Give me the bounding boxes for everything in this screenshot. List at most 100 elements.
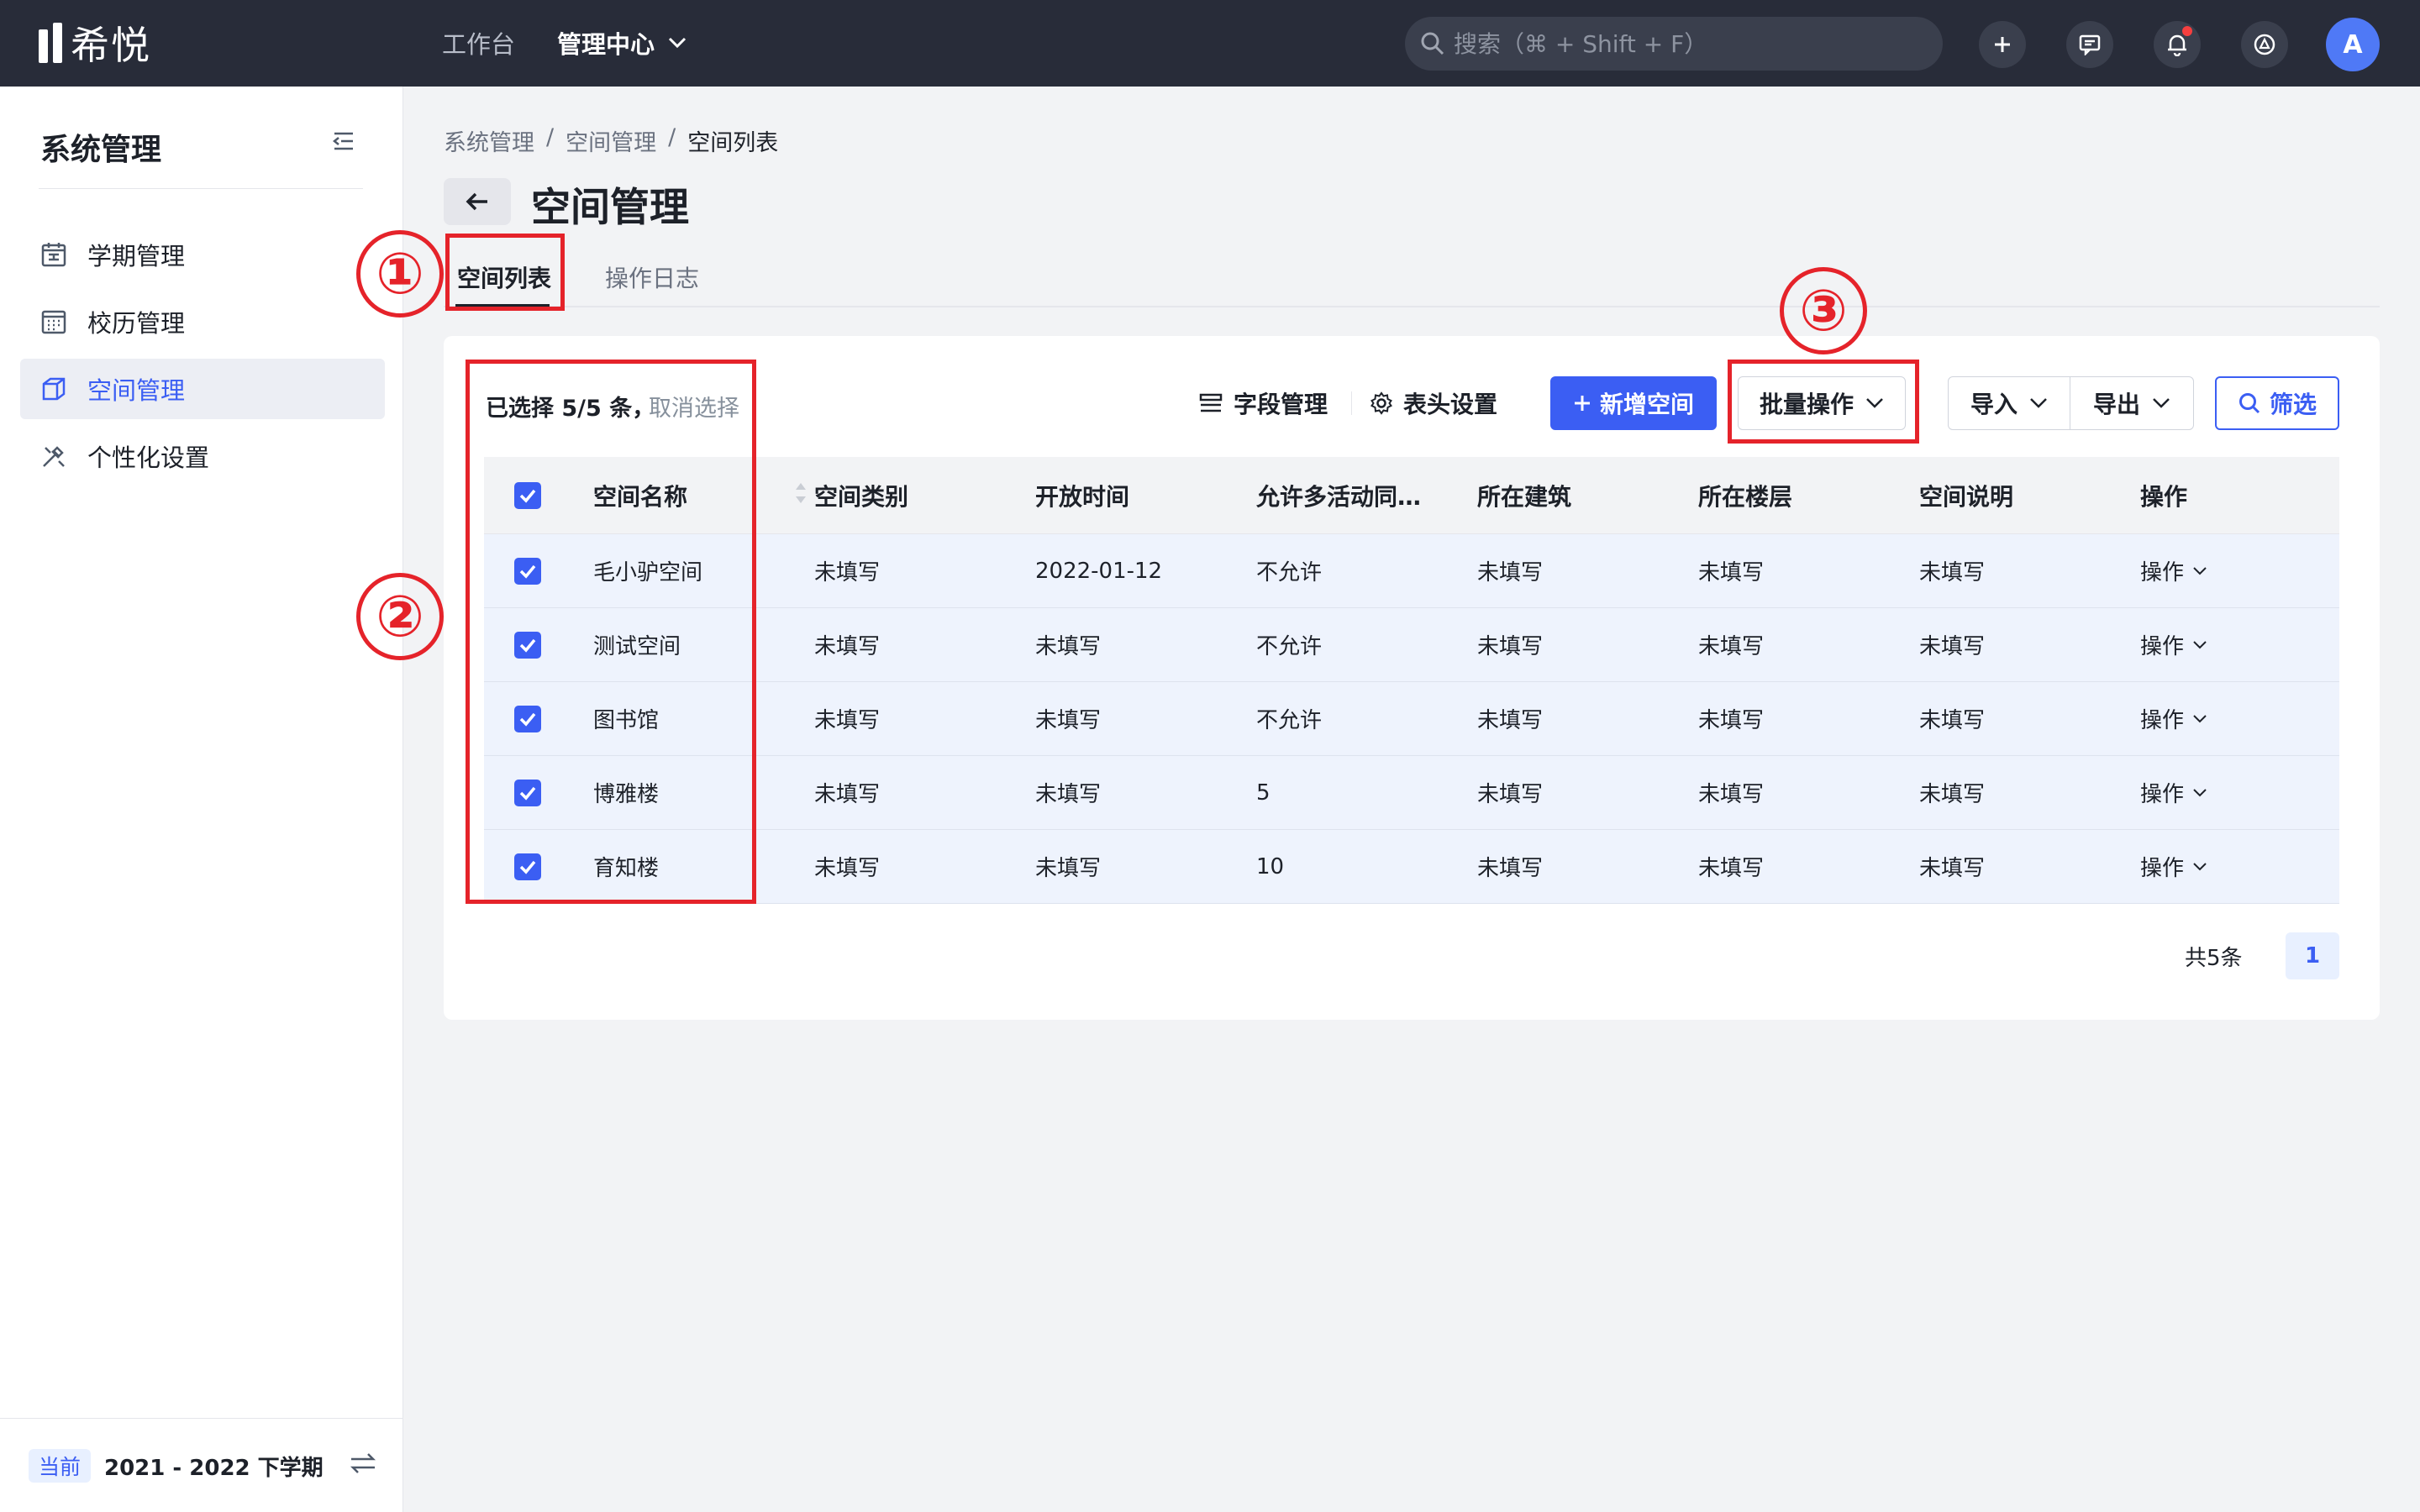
cell-building: 未填写 <box>1477 782 1544 807</box>
plus-icon <box>1995 37 2010 52</box>
import-dropdown[interactable]: 导入 <box>1948 376 2070 430</box>
row-actions-dropdown[interactable]: 操作 <box>2140 777 2308 808</box>
back-button[interactable] <box>444 178 511 225</box>
cell-description: 未填写 <box>1919 560 1986 585</box>
field-manage-button[interactable]: 字段管理 <box>1198 386 1328 420</box>
sidebar-item-label: 学期管理 <box>87 242 186 270</box>
top-nav: 工作台 管理中心 <box>442 25 687 60</box>
chevron-down-icon <box>2193 640 2207 648</box>
cell-description: 未填写 <box>1919 634 1986 659</box>
cell-floor: 未填写 <box>1698 634 1765 659</box>
page-title: 空间管理 <box>531 185 689 231</box>
column-header-description: 空间说明 <box>1919 482 2014 511</box>
export-dropdown[interactable]: 导出 <box>2070 376 2194 430</box>
gear-icon <box>1370 391 1392 415</box>
page-1-button[interactable]: 1 <box>2286 932 2339 979</box>
cell-description: 未填写 <box>1919 782 1986 807</box>
table-row[interactable]: 图书馆 未填写 未填写 不允许 未填写 未填写 未填写 操作 <box>484 682 2339 756</box>
cell-category: 未填写 <box>814 634 881 659</box>
chevron-down-icon <box>2153 398 2170 408</box>
header-settings-button[interactable]: 表头设置 <box>1370 386 1497 420</box>
row-actions-dropdown[interactable]: 操作 <box>2140 703 2308 734</box>
table-row[interactable]: 测试空间 未填写 未填写 不允许 未填写 未填写 未填写 操作 <box>484 608 2339 682</box>
sidebar-menu: 学期管理 校历管理 空间管理 个性化设置 <box>20 224 385 493</box>
row-actions-dropdown[interactable]: 操作 <box>2140 629 2308 660</box>
table-row[interactable]: 育知楼 未填写 未填写 10 未填写 未填写 未填写 操作 <box>484 830 2339 904</box>
row-actions-dropdown[interactable]: 操作 <box>2140 851 2308 882</box>
notification-dot <box>2182 26 2192 36</box>
brush-settings-icon <box>39 441 69 471</box>
cell-building: 未填写 <box>1477 634 1544 659</box>
user-avatar[interactable]: A <box>2326 18 2380 71</box>
bell-icon <box>2168 34 2186 56</box>
nav-admin-center[interactable]: 管理中心 <box>557 25 655 60</box>
app-logo[interactable]: 希悦 <box>39 20 151 68</box>
sidebar-divider <box>39 188 363 189</box>
cell-floor: 未填写 <box>1698 560 1765 585</box>
toolbar-divider <box>1351 391 1352 415</box>
add-button[interactable] <box>1979 21 2026 68</box>
sidebar-item-label: 个性化设置 <box>87 444 210 472</box>
cell-open-time: 2022-01-12 <box>1035 558 1163 584</box>
chevron-down-icon <box>2193 566 2207 575</box>
sidebar-item-calendar[interactable]: 校历管理 <box>20 291 385 352</box>
current-term-badge: 当前 <box>29 1449 92 1483</box>
cell-multi-activity: 不允许 <box>1256 634 1323 659</box>
logo-mark-icon <box>39 23 62 63</box>
header-settings-label: 表头设置 <box>1403 391 1498 418</box>
apps-button[interactable] <box>2241 21 2288 68</box>
sidebar-item-term[interactable]: 学期管理 <box>20 224 385 285</box>
sidebar-item-label: 空间管理 <box>87 376 186 405</box>
plus-icon <box>1574 396 1590 411</box>
breadcrumb-item[interactable]: 系统管理 <box>444 124 534 157</box>
messages-button[interactable] <box>2066 21 2113 68</box>
chevron-down-icon <box>2193 714 2207 722</box>
compass-icon <box>2254 34 2275 55</box>
chevron-down-icon <box>2193 862 2207 870</box>
add-space-button[interactable]: 新增空间 <box>1550 376 1717 430</box>
chat-icon <box>2079 34 2101 55</box>
breadcrumb-separator: / <box>546 124 555 150</box>
cell-floor: 未填写 <box>1698 708 1765 733</box>
table-header: 空间名称 空间类别 开放时间 允许多活动同… 所在建筑 所在楼层 空间说明 操作 <box>484 457 2339 534</box>
cell-open-time: 未填写 <box>1035 708 1102 733</box>
cell-multi-activity: 不允许 <box>1256 560 1323 585</box>
tabs: 空间列表 操作日志 <box>444 234 2380 307</box>
notifications-button[interactable] <box>2154 21 2201 68</box>
breadcrumb-separator: / <box>668 124 676 150</box>
chevron-down-icon <box>2030 398 2047 408</box>
chevron-down-icon[interactable] <box>668 33 687 54</box>
row-actions-dropdown[interactable]: 操作 <box>2140 555 2308 586</box>
search-icon <box>1421 32 1444 55</box>
table-row[interactable]: 毛小驴空间 未填写 2022-01-12 不允许 未填写 未填写 未填写 操作 <box>484 534 2339 608</box>
space-table: 空间名称 空间类别 开放时间 允许多活动同… 所在建筑 所在楼层 空间说明 操作… <box>484 457 2339 904</box>
table-row[interactable]: 博雅楼 未填写 未填写 5 未填写 未填写 未填写 操作 <box>484 756 2339 830</box>
cube-icon <box>39 374 69 404</box>
switch-term-icon[interactable] <box>348 1451 378 1479</box>
cell-description: 未填写 <box>1919 708 1986 733</box>
chevron-down-icon <box>2193 788 2207 796</box>
annotation-box-selection <box>466 360 756 904</box>
sidebar-item-space[interactable]: 空间管理 <box>20 359 385 419</box>
filter-button[interactable]: 筛选 <box>2215 376 2339 430</box>
breadcrumb-item[interactable]: 空间管理 <box>566 124 656 157</box>
annotation-box-tab <box>445 234 565 311</box>
top-bar: 希悦 工作台 管理中心 A <box>0 0 2420 87</box>
sidebar-item-personalize[interactable]: 个性化设置 <box>20 426 385 486</box>
column-header-floor: 所在楼层 <box>1698 482 1793 511</box>
search-input[interactable] <box>1454 29 1924 58</box>
cell-category: 未填写 <box>814 560 881 585</box>
collapse-sidebar-icon[interactable] <box>331 130 356 155</box>
field-manage-label: 字段管理 <box>1234 391 1328 418</box>
sidebar-item-label: 校历管理 <box>87 309 186 338</box>
grid-calendar-icon <box>39 307 69 337</box>
global-search[interactable] <box>1405 17 1943 71</box>
current-term: 2021 - 2022 下学期 <box>104 1456 324 1481</box>
export-label: 导出 <box>2092 391 2140 418</box>
sort-icon[interactable] <box>794 480 808 512</box>
tab-operation-log[interactable]: 操作日志 <box>605 260 699 294</box>
list-icon <box>1199 393 1223 412</box>
cell-open-time: 未填写 <box>1035 634 1102 659</box>
annotation-marker-1: ① <box>356 230 444 318</box>
nav-workbench[interactable]: 工作台 <box>442 25 515 60</box>
